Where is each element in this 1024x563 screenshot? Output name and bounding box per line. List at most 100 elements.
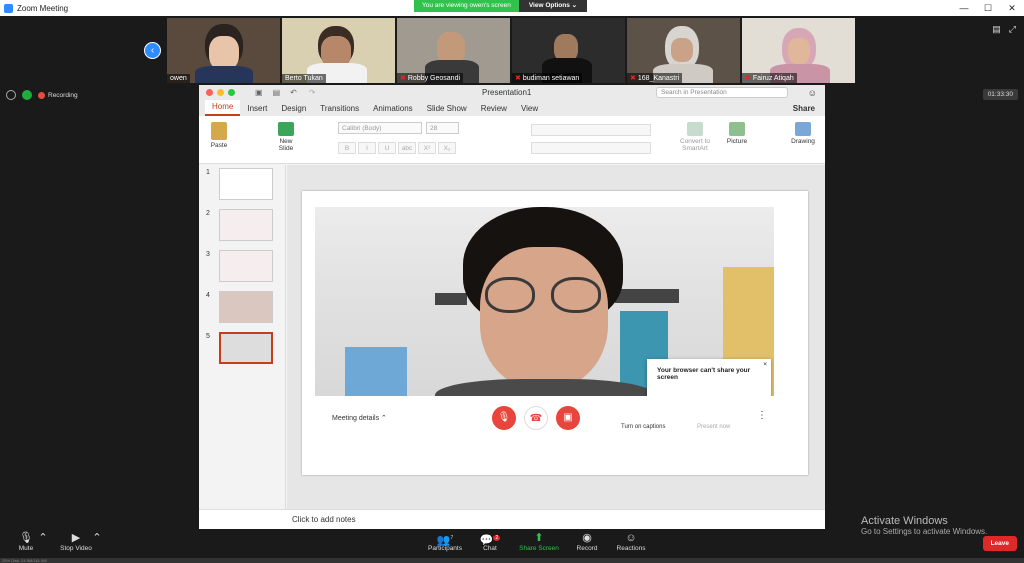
minimize-dot-icon[interactable]	[217, 89, 224, 96]
bold-button[interactable]: B	[338, 142, 356, 154]
ribbon-tabs: Home Insert Design Transitions Animation…	[199, 100, 825, 116]
tab-design[interactable]: Design	[274, 102, 313, 116]
hang-up-icon[interactable]: ☎	[524, 406, 548, 430]
tab-animations[interactable]: Animations	[366, 102, 420, 116]
slide-number: 5	[206, 333, 210, 340]
chat-button[interactable]: 💬 2 Chat	[478, 531, 502, 552]
tab-insert[interactable]: Insert	[240, 102, 274, 116]
participants-button[interactable]: 👥7 Participants	[424, 531, 466, 552]
drawing-icon	[795, 122, 811, 136]
convert-smartart-button[interactable]: Convert to SmartArt	[671, 122, 719, 152]
video-camera-icon: ▶	[71, 532, 81, 544]
view-options-button[interactable]: View Options ⌄	[518, 0, 588, 12]
clipboard-icon	[211, 122, 227, 140]
record-button[interactable]: ◉ Record	[572, 531, 602, 552]
fullscreen-icon[interactable]: ⤢	[1009, 24, 1016, 35]
mic-muted-icon: ✖	[745, 75, 751, 82]
participant-name: Fairuz Atiqah	[752, 74, 794, 82]
close-button[interactable]: ✕	[1000, 3, 1024, 14]
slide-thumb-4[interactable]	[219, 291, 273, 323]
record-icon: ◉	[582, 532, 592, 544]
account-icon[interactable]: ☺	[808, 88, 817, 98]
chevron-left-icon[interactable]: ‹	[144, 42, 161, 59]
meeting-details-button[interactable]: Meeting details ⌃	[332, 414, 387, 422]
participant-tile[interactable]: ✖ 168_Kanastri	[627, 18, 740, 83]
redo-icon[interactable]: ↷	[309, 88, 316, 97]
slide-thumb-2[interactable]	[219, 209, 273, 241]
mute-button[interactable]: 🎙 Mute	[14, 531, 38, 552]
slide-number: 2	[206, 210, 210, 217]
tab-review[interactable]: Review	[474, 102, 514, 116]
alignment-group[interactable]	[531, 142, 651, 154]
minimize-button[interactable]: —	[952, 3, 976, 14]
paste-label: Paste	[210, 142, 228, 149]
slide-thumb-1[interactable]	[219, 168, 273, 200]
tab-slide-show[interactable]: Slide Show	[420, 102, 474, 116]
share-button[interactable]: Share	[786, 102, 825, 116]
undo-icon[interactable]: ↶	[290, 88, 297, 97]
slide-thumb-5[interactable]	[219, 332, 273, 364]
underline-button[interactable]: U	[378, 142, 396, 154]
save-icon[interactable]: ▤	[273, 88, 281, 97]
camera-off-icon[interactable]: ▣	[556, 406, 580, 430]
participant-strip: owen Berto Tukan ✖ Robby Geosandi ✖ budima…	[167, 18, 855, 83]
mic-off-icon[interactable]: 🎙	[492, 406, 516, 430]
maximize-button[interactable]: ☐	[976, 3, 1000, 14]
notes-pane[interactable]: Click to add notes	[199, 509, 825, 529]
video-options-chevron-icon[interactable]: ⌃	[92, 531, 102, 545]
meeting-status: Recording	[6, 90, 78, 100]
screen-share-banner: You are viewing owen's screen View Optio…	[414, 0, 588, 12]
audio-options-chevron-icon[interactable]: ⌃	[38, 531, 48, 545]
participant-tile[interactable]: ✖ budiman setiawan	[512, 18, 625, 83]
font-size-select[interactable]: 28	[426, 122, 459, 134]
strikethrough-button[interactable]: abc	[398, 142, 416, 154]
zoom-dot-icon[interactable]	[228, 89, 235, 96]
share-screen-button[interactable]: ⬆ Share Screen	[516, 531, 562, 552]
participant-tile[interactable]: Berto Tukan	[282, 18, 395, 83]
leave-button[interactable]: Leave	[982, 536, 1017, 551]
slide-canvas: Your browser can't share your screen × M…	[287, 165, 825, 509]
font-select[interactable]: Calibri (Body)	[338, 122, 422, 134]
participant-tile[interactable]: ✖ Robby Geosandi	[397, 18, 510, 83]
shield-icon[interactable]	[22, 90, 32, 100]
reactions-button[interactable]: ☺ Reactions	[612, 531, 650, 552]
superscript-button[interactable]: X²	[418, 142, 436, 154]
meeting-timer: 01:33:30	[982, 89, 1018, 100]
tab-view[interactable]: View	[514, 102, 545, 116]
picture-icon	[729, 122, 745, 136]
slide-number: 1	[206, 169, 210, 176]
microphone-icon: 🎙	[19, 532, 33, 544]
mic-muted-icon: ✖	[630, 75, 636, 82]
slide-thumb-3[interactable]	[219, 250, 273, 282]
tab-transitions[interactable]: Transitions	[313, 102, 366, 116]
current-slide[interactable]: Your browser can't share your screen × M…	[302, 191, 808, 475]
smartart-icon	[687, 122, 703, 136]
tab-home[interactable]: Home	[205, 100, 241, 116]
participant-tile[interactable]: owen	[167, 18, 280, 83]
drawing-button[interactable]: Drawing	[787, 122, 819, 145]
subscript-button[interactable]: X₂	[438, 142, 456, 154]
chevron-up-icon: ⌃	[381, 415, 387, 422]
zoom-logo-icon	[4, 3, 13, 13]
chat-icon: 💬 2	[479, 534, 501, 547]
info-icon[interactable]	[6, 90, 16, 100]
mic-muted-icon: ✖	[515, 75, 521, 82]
paste-button[interactable]: Paste	[205, 122, 233, 149]
close-dot-icon[interactable]	[206, 89, 213, 96]
participant-tile[interactable]: ✖ Fairuz Atiqah	[742, 18, 855, 83]
picture-button[interactable]: Picture	[723, 122, 751, 145]
tooltip-text: Your browser can't share your screen	[657, 367, 751, 381]
layout-icon[interactable]: ▤	[992, 24, 1001, 35]
recording-indicator[interactable]: Recording	[38, 91, 78, 99]
bullets-group[interactable]	[531, 124, 651, 136]
italic-button[interactable]: I	[358, 142, 376, 154]
new-slide-button[interactable]: New Slide	[271, 122, 301, 152]
captions-button[interactable]: Turn on captions	[621, 424, 665, 430]
search-input[interactable]: Search in Presentation	[656, 87, 788, 98]
more-options-icon[interactable]: ⋮	[757, 410, 767, 421]
share-screen-label: Share Screen	[519, 545, 559, 552]
present-now-button[interactable]: Present now	[697, 424, 730, 430]
sidebar-toggle-icon[interactable]: ▣	[255, 88, 263, 97]
stop-video-button[interactable]: ▶ Stop Video	[56, 531, 96, 552]
close-icon[interactable]: ×	[763, 361, 767, 368]
